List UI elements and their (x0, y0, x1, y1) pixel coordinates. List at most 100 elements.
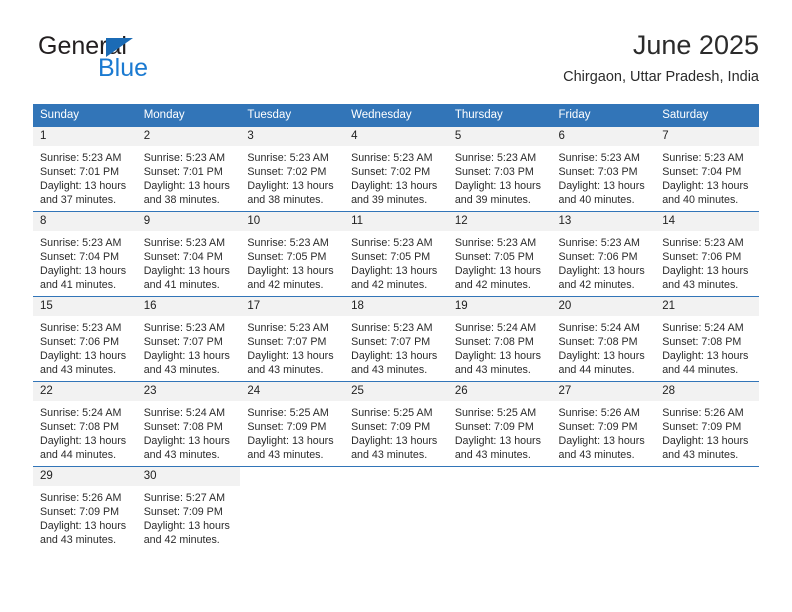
day-sun-info: Sunrise: 5:25 AM Sunset: 7:09 PM Daylight:… (240, 401, 344, 462)
calendar-day-slot: 7 Sunrise: 5:23 AM Sunset: 7:04 PM Daylight… (655, 126, 759, 212)
sunrise-text: Sunrise: 5:23 AM (351, 152, 433, 164)
calendar-day-cell[interactable]: 8 Sunrise: 5:23 AM Sunset: 7:04 PM Daylight… (33, 212, 137, 296)
calendar-day-slot: 12 Sunrise: 5:23 AM Sunset: 7:05 PM Dayligh… (447, 211, 552, 297)
sunset-text: Sunset: 7:09 PM (247, 421, 327, 434)
calendar-day-cell[interactable]: 15 Sunrise: 5:23 AM Sunset: 7:06 PM Dayligh… (33, 297, 137, 381)
calendar-day-slot: 2 Sunrise: 5:23 AM Sunset: 7:01 PM Daylight… (136, 126, 241, 212)
calendar-day-cell[interactable]: 28 Sunrise: 5:26 AM Sunset: 7:09 PM Dayligh… (655, 382, 759, 466)
calendar-day-cell[interactable]: 26 Sunrise: 5:25 AM Sunset: 7:09 PM Dayligh… (447, 382, 552, 466)
calendar-day-cell[interactable]: 3 Sunrise: 5:23 AM Sunset: 7:02 PM Daylight… (240, 127, 345, 211)
day-sun-info: Sunrise: 5:23 AM Sunset: 7:06 PM Daylight:… (552, 231, 656, 292)
weekday-header-friday: Friday (551, 104, 656, 127)
calendar-day-slot: 14 Sunrise: 5:23 AM Sunset: 7:06 PM Dayligh… (655, 211, 759, 297)
calendar-day-slot: 18 Sunrise: 5:23 AM Sunset: 7:07 PM Dayligh… (344, 296, 448, 382)
sunrise-text: Sunrise: 5:23 AM (454, 152, 537, 164)
sunrise-text: Sunrise: 5:23 AM (40, 322, 122, 334)
calendar-day-cell[interactable]: 19 Sunrise: 5:24 AM Sunset: 7:08 PM Dayligh… (447, 297, 552, 381)
calendar-week-row: 8 Sunrise: 5:23 AM Sunset: 7:04 PM Daylight… (33, 211, 759, 297)
day-number (655, 467, 759, 486)
calendar-day-cell[interactable]: 20 Sunrise: 5:24 AM Sunset: 7:08 PM Dayligh… (551, 297, 656, 381)
calendar-day-cell[interactable]: 18 Sunrise: 5:23 AM Sunset: 7:07 PM Dayligh… (344, 297, 448, 381)
sunrise-text: Sunrise: 5:23 AM (40, 237, 122, 249)
sunrise-text: Sunrise: 5:24 AM (558, 322, 640, 334)
sunrise-text: Sunrise: 5:23 AM (143, 322, 226, 334)
day-number: 11 (344, 212, 448, 231)
sunset-text: Sunset: 7:07 PM (143, 336, 223, 349)
calendar-day-cell[interactable]: 1 Sunrise: 5:23 AM Sunset: 7:01 PM Daylight… (33, 127, 137, 211)
calendar-day-cell[interactable]: 24 Sunrise: 5:25 AM Sunset: 7:09 PM Dayligh… (240, 382, 345, 466)
calendar-day-cell[interactable]: 4 Sunrise: 5:23 AM Sunset: 7:02 PM Daylight… (344, 127, 448, 211)
day-number: 26 (447, 382, 552, 401)
calendar-week-row: 29 Sunrise: 5:26 AM Sunset: 7:09 PM Dayligh… (33, 466, 759, 551)
day-number: 21 (655, 297, 759, 316)
calendar-day-slot: 16 Sunrise: 5:23 AM Sunset: 7:07 PM Dayligh… (136, 296, 241, 382)
day-sun-info: Sunrise: 5:24 AM Sunset: 7:08 PM Daylight:… (137, 401, 241, 462)
calendar-day-cell[interactable]: 30 Sunrise: 5:27 AM Sunset: 7:09 PM Dayligh… (136, 467, 241, 551)
daylight-text-line2: and 43 minutes. (662, 279, 739, 292)
calendar-day-cell[interactable]: 21 Sunrise: 5:24 AM Sunset: 7:08 PM Dayligh… (655, 297, 759, 381)
calendar-day-cell[interactable]: 23 Sunrise: 5:24 AM Sunset: 7:08 PM Dayligh… (136, 382, 241, 466)
weekday-header-tuesday: Tuesday (240, 104, 345, 127)
calendar-day-cell[interactable]: 22 Sunrise: 5:24 AM Sunset: 7:08 PM Dayligh… (33, 382, 137, 466)
sunset-text: Sunset: 7:02 PM (247, 166, 327, 179)
sunset-text: Sunset: 7:07 PM (247, 336, 327, 349)
day-sun-info: Sunrise: 5:23 AM Sunset: 7:04 PM Daylight:… (655, 146, 759, 207)
calendar-day-cell[interactable]: 29 Sunrise: 5:26 AM Sunset: 7:09 PM Dayligh… (33, 467, 137, 551)
calendar-day-cell[interactable]: 27 Sunrise: 5:26 AM Sunset: 7:09 PM Dayligh… (551, 382, 656, 466)
calendar-day-cell[interactable]: 9 Sunrise: 5:23 AM Sunset: 7:04 PM Daylight… (136, 212, 241, 296)
sunset-text: Sunset: 7:09 PM (662, 421, 742, 434)
calendar-day-cell[interactable]: 13 Sunrise: 5:23 AM Sunset: 7:06 PM Dayligh… (551, 212, 656, 296)
day-number: 18 (344, 297, 448, 316)
day-number: 17 (240, 297, 345, 316)
sunset-text: Sunset: 7:03 PM (454, 166, 534, 179)
calendar-day-cell[interactable]: 16 Sunrise: 5:23 AM Sunset: 7:07 PM Dayligh… (136, 297, 241, 381)
general-blue-logo[interactable]: General Blue (38, 32, 228, 90)
calendar-day-cell[interactable]: 25 Sunrise: 5:25 AM Sunset: 7:09 PM Dayligh… (344, 382, 448, 466)
sunset-text: Sunset: 7:09 PM (558, 421, 638, 434)
calendar-day-cell[interactable]: 2 Sunrise: 5:23 AM Sunset: 7:01 PM Daylight… (136, 127, 241, 211)
daylight-text-line2: and 43 minutes. (351, 364, 428, 377)
calendar-body: 1 Sunrise: 5:23 AM Sunset: 7:01 PM Daylight… (33, 126, 759, 551)
calendar-day-slot: 6 Sunrise: 5:23 AM Sunset: 7:03 PM Daylight… (551, 126, 656, 212)
day-sun-info: Sunrise: 5:23 AM Sunset: 7:03 PM Daylight:… (552, 146, 656, 207)
sunrise-text: Sunrise: 5:24 AM (662, 322, 744, 334)
sunset-text: Sunset: 7:04 PM (662, 166, 742, 179)
day-number: 6 (551, 127, 656, 146)
sunset-text: Sunset: 7:04 PM (143, 251, 223, 264)
weekday-header-saturday: Saturday (655, 104, 759, 127)
calendar-day-slot (447, 466, 552, 551)
daylight-text-line2: and 43 minutes. (40, 534, 117, 547)
calendar-day-slot: 27 Sunrise: 5:26 AM Sunset: 7:09 PM Dayligh… (551, 381, 656, 467)
calendar-day-slot: 9 Sunrise: 5:23 AM Sunset: 7:04 PM Daylight… (136, 211, 241, 297)
daylight-text-line1: Daylight: 13 hours (558, 180, 645, 193)
daylight-text-line2: and 42 minutes. (351, 279, 428, 292)
day-sun-info: Sunrise: 5:23 AM Sunset: 7:02 PM Daylight:… (344, 146, 448, 207)
daylight-text-line2: and 43 minutes. (143, 449, 220, 462)
calendar-day-cell[interactable]: 14 Sunrise: 5:23 AM Sunset: 7:06 PM Dayligh… (655, 212, 759, 296)
calendar-day-cell[interactable]: 12 Sunrise: 5:23 AM Sunset: 7:05 PM Dayligh… (447, 212, 552, 296)
day-number: 3 (240, 127, 345, 146)
calendar-day-cell[interactable]: 11 Sunrise: 5:23 AM Sunset: 7:05 PM Dayligh… (344, 212, 448, 296)
calendar-day-slot: 8 Sunrise: 5:23 AM Sunset: 7:04 PM Daylight… (33, 211, 137, 297)
calendar-day-cell[interactable]: 17 Sunrise: 5:23 AM Sunset: 7:07 PM Dayligh… (240, 297, 345, 381)
calendar-day-cell[interactable]: 6 Sunrise: 5:23 AM Sunset: 7:03 PM Daylight… (551, 127, 656, 211)
day-sun-info: Sunrise: 5:23 AM Sunset: 7:03 PM Daylight:… (448, 146, 552, 207)
calendar-day-slot: 23 Sunrise: 5:24 AM Sunset: 7:08 PM Dayligh… (136, 381, 241, 467)
daylight-text-line2: and 41 minutes. (40, 279, 117, 292)
calendar-page: General Blue June 2025 Chirgaon, Uttar P… (0, 0, 792, 612)
sunset-text: Sunset: 7:01 PM (143, 166, 223, 179)
calendar-day-cell[interactable]: 7 Sunrise: 5:23 AM Sunset: 7:04 PM Daylight… (655, 127, 759, 211)
page-header: General Blue June 2025 Chirgaon, Uttar P… (33, 28, 759, 92)
day-sun-info: Sunrise: 5:23 AM Sunset: 7:04 PM Daylight:… (137, 231, 241, 292)
sunrise-text: Sunrise: 5:23 AM (454, 237, 537, 249)
day-number: 14 (655, 212, 759, 231)
title-block: June 2025 Chirgaon, Uttar Pradesh, India (563, 28, 759, 88)
calendar-day-cell[interactable]: 10 Sunrise: 5:23 AM Sunset: 7:05 PM Dayligh… (240, 212, 345, 296)
weekday-header-row: Sunday Monday Tuesday Wednesday Thursday… (33, 104, 759, 127)
daylight-text-line2: and 40 minutes. (558, 194, 635, 207)
calendar-day-slot: 21 Sunrise: 5:24 AM Sunset: 7:08 PM Dayligh… (655, 296, 759, 382)
daylight-text-line1: Daylight: 13 hours (40, 180, 127, 193)
sunset-text: Sunset: 7:05 PM (247, 251, 327, 264)
calendar-day-cell[interactable]: 5 Sunrise: 5:23 AM Sunset: 7:03 PM Daylight… (447, 127, 552, 211)
day-number: 23 (136, 382, 241, 401)
